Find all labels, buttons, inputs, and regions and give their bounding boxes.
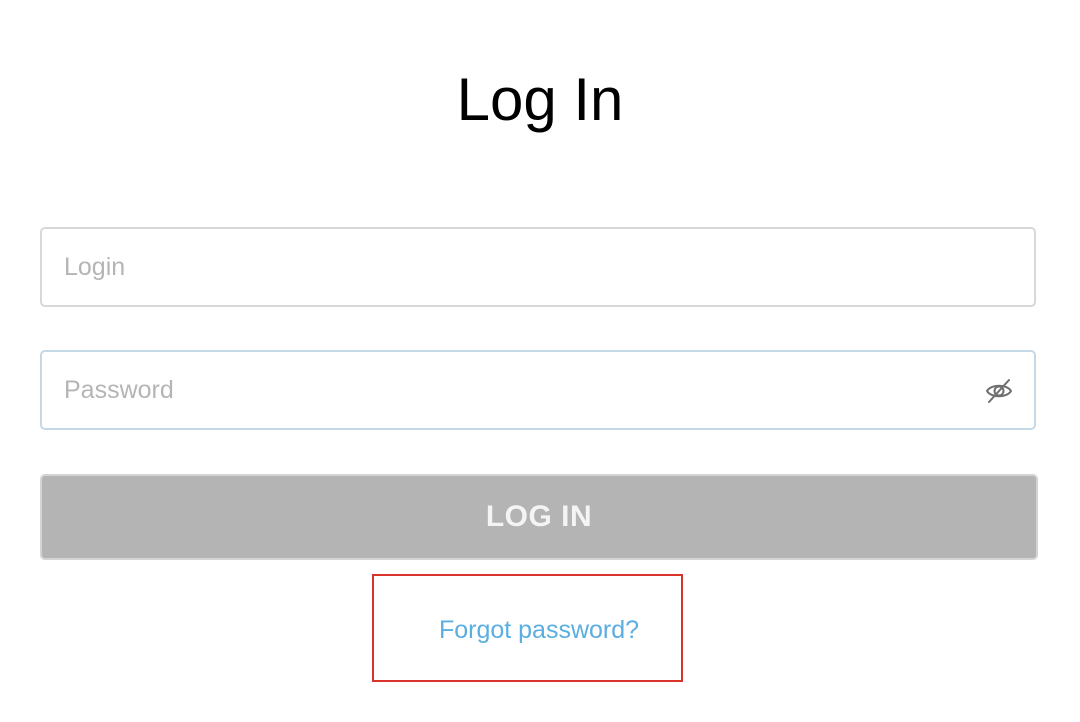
password-input[interactable]	[42, 352, 1034, 428]
page-title: Log In	[456, 66, 624, 133]
forgot-password-link[interactable]: Forgot password?	[372, 612, 706, 648]
login-page: Log In LOG IN Forgot password?	[0, 0, 1080, 722]
eye-slash-icon[interactable]	[984, 376, 1014, 406]
login-input[interactable]	[42, 229, 1034, 305]
login-button[interactable]: LOG IN	[40, 474, 1038, 560]
login-field-container	[40, 227, 1036, 307]
password-field-container	[40, 350, 1036, 430]
